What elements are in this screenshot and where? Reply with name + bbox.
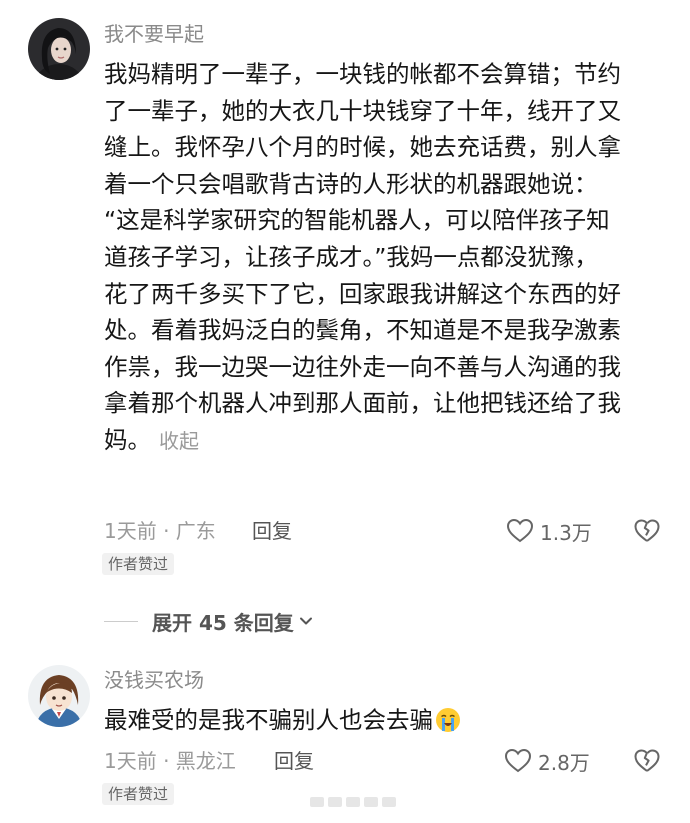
collapse-link[interactable]: 收起 [159,429,199,453]
content-line: 花了两千多买下了它，回家跟我讲解这个东西的好 [104,279,621,308]
content-line: 道孩子学习，让孩子成才。”我妈一点都没犹豫， [104,242,598,271]
heart-icon [506,518,534,543]
comment-time-location: 1天前 · 黑龙江 [104,749,236,773]
expand-replies-label: 展开 45 条回复 [152,610,294,635]
content-line: 最难受的是我不骗别人也会去骗 [104,702,669,739]
like-count: 1.3万 [540,520,592,545]
content-line: 拿着那个机器人冲到那人面前，让他把钱还给了我 [104,389,621,418]
avatar-image [28,18,90,80]
divider [104,620,138,622]
content-line: “这是科学家研究的智能机器人，可以陪伴孩子知 [104,206,610,235]
avatar[interactable] [28,18,90,80]
chevron-down-icon [299,617,312,625]
content-line: 处。看着我妈泛白的鬓角，不知道是不是我孕激素 [104,316,621,345]
like-button[interactable]: 2.8万 [504,747,590,775]
comment-username[interactable]: 我不要早起 [104,20,204,48]
reply-button[interactable]: 回复 [252,517,292,545]
content-line: 作祟，我一边哭一边往外走一向不善与人沟通的我 [104,352,621,381]
reply-button[interactable]: 回复 [274,747,314,775]
comment-time-location: 1天前 · 广东 [104,519,216,543]
like-count: 2.8万 [538,750,590,775]
content-line-last: 妈。 收起 [104,422,669,460]
content-line-text: 妈。 [104,425,151,454]
comment-content: 我妈精明了一辈子，一块钱的帐都不会算错；节约 了一辈子，她的大衣几十块钱穿了十年… [104,56,669,460]
avatar[interactable] [28,665,90,727]
expand-replies-button[interactable]: 展开 45 条回复 [104,608,314,635]
heart-icon [504,748,532,773]
author-liked-badge: 作者赞过 [102,553,175,575]
content-line: 缝上。我怀孕八个月的时候，她去充话费，别人拿 [104,133,621,162]
like-button[interactable]: 1.3万 [506,517,592,545]
broken-heart-icon[interactable] [634,748,660,774]
watermark-image [310,797,396,807]
content-line: 我妈精明了一辈子，一块钱的帐都不会算错；节约 [104,60,621,88]
loudly-crying-face-icon [436,708,460,732]
content-line: 着一个只会唱歌背古诗的人形状的机器跟她说： [104,169,598,198]
broken-heart-icon[interactable] [634,518,660,544]
author-liked-badge: 作者赞过 [102,783,175,805]
content-text: 最难受的是我不骗别人也会去骗 [104,706,433,734]
avatar-image [28,665,90,727]
comment-content: 最难受的是我不骗别人也会去骗 [104,702,669,739]
content-line: 了一辈子，她的大衣几十块钱穿了十年，线开了又 [104,96,621,125]
comment-username[interactable]: 没钱买农场 [104,666,204,694]
